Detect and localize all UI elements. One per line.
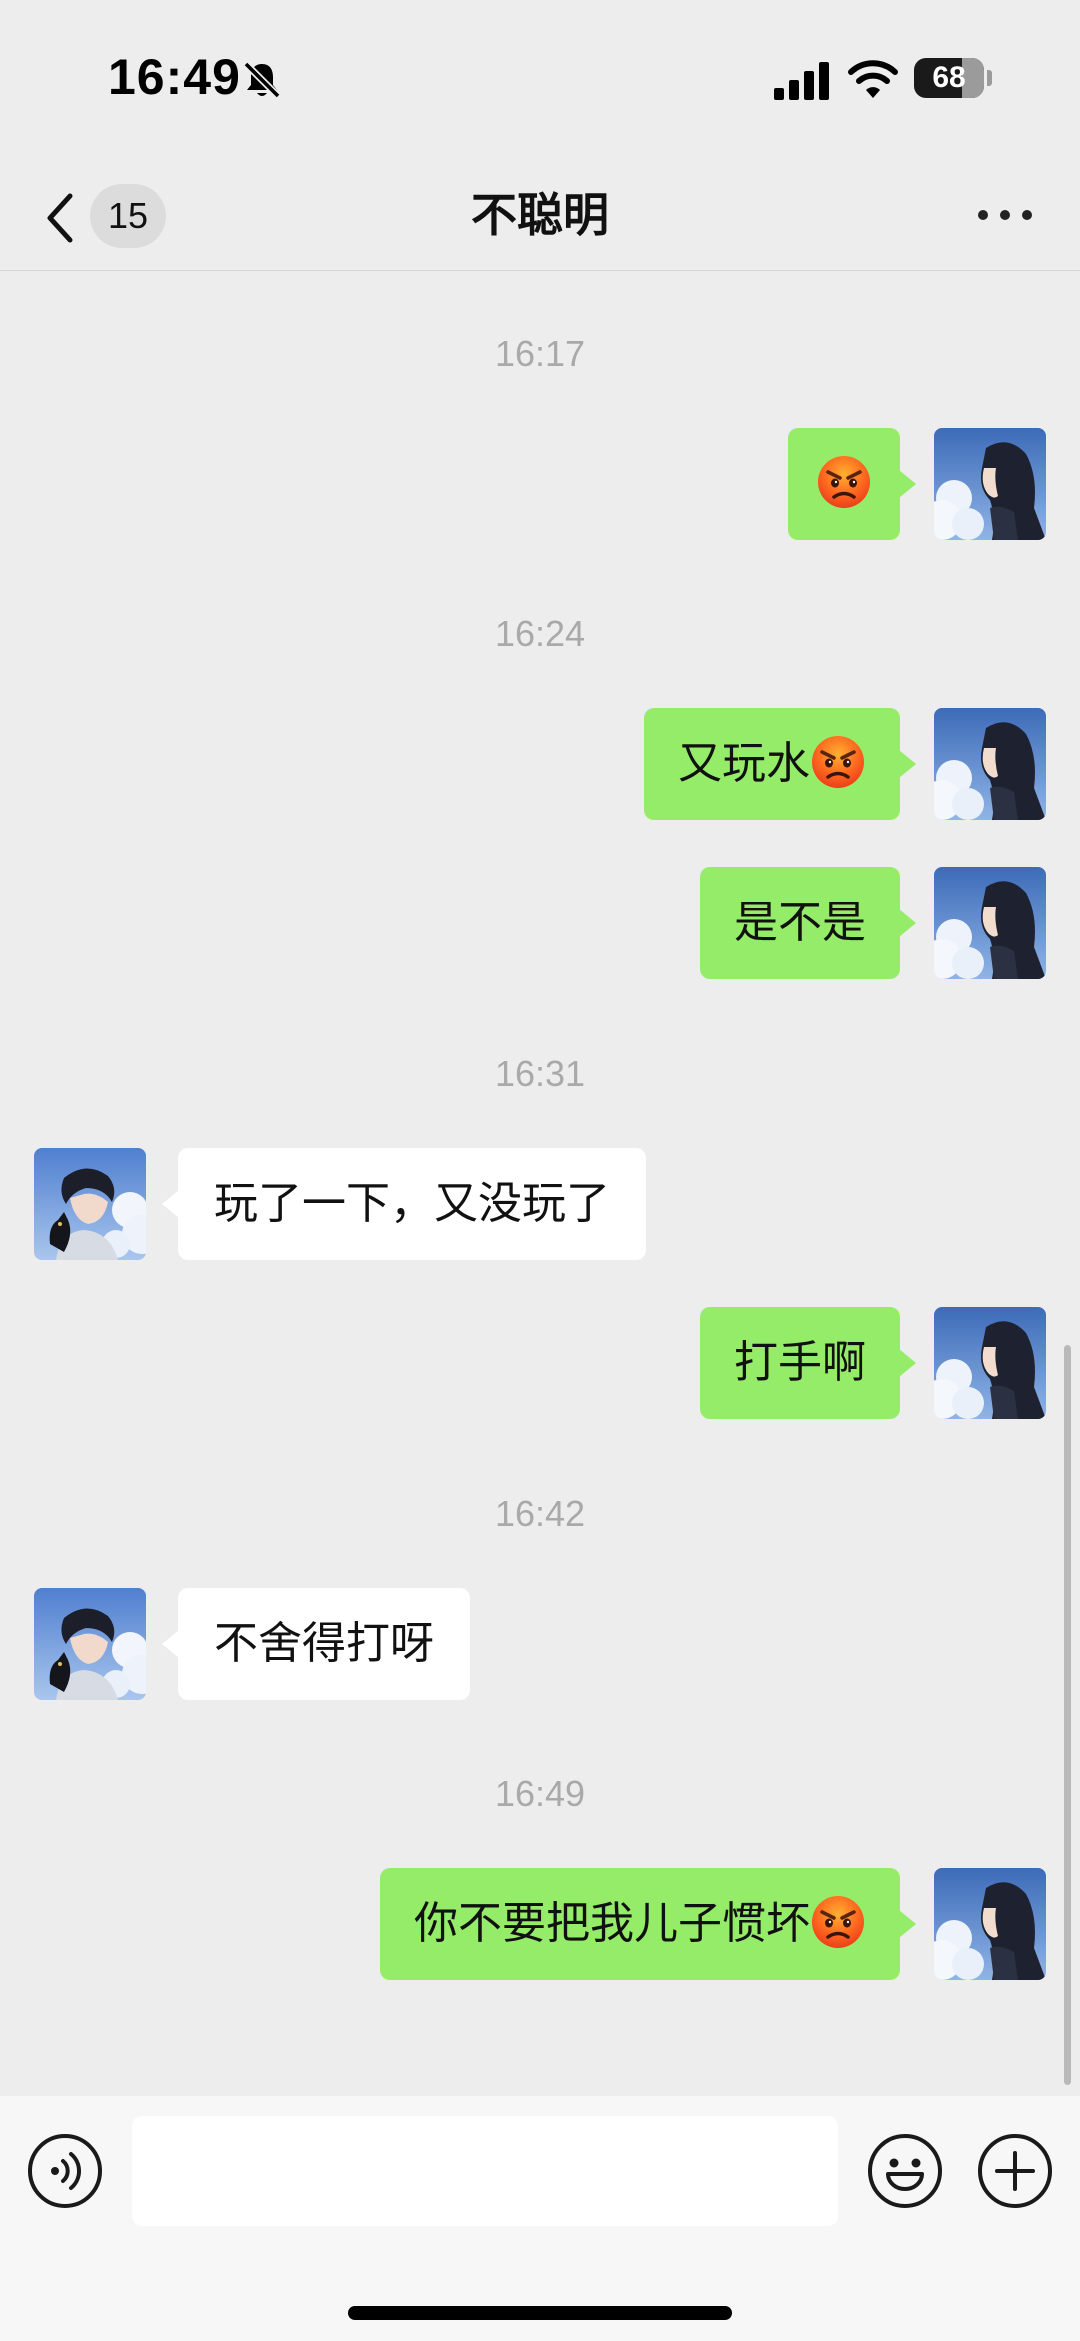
message-timestamp: 16:42 (494, 1493, 586, 1534)
bell-slash-icon (243, 61, 281, 99)
message-timestamp: 16:24 (494, 613, 586, 654)
chevron-left-icon (47, 193, 73, 243)
scrollbar[interactable] (1064, 1345, 1071, 2085)
contact-avatar[interactable] (34, 1148, 146, 1260)
contact-avatar[interactable] (34, 1588, 146, 1700)
my-avatar[interactable] (934, 867, 1046, 979)
battery-icon: 68 (914, 58, 984, 98)
unread-count-badge: 15 (90, 184, 166, 248)
emoji-icon[interactable] (866, 2132, 944, 2210)
angry-face-icon (810, 1894, 866, 1950)
angry-face-icon (816, 454, 872, 510)
chat-screen: 16:49 68 15 不聪明 16:17 16:24 又玩水 是不是 16:3… (0, 0, 1080, 2341)
status-bar: 16:49 68 (0, 0, 1080, 160)
battery-cap (987, 70, 992, 86)
outgoing-message[interactable]: 是不是 (700, 867, 916, 979)
incoming-message[interactable]: 玩了一下，又没玩了 (162, 1148, 646, 1260)
message-input[interactable] (132, 2116, 838, 2226)
angry-face-icon (810, 734, 866, 790)
cellular-signal-icon (774, 62, 829, 100)
battery-level: 68 (932, 61, 966, 94)
incoming-message[interactable]: 不舍得打呀 (162, 1588, 470, 1700)
input-bar (0, 2096, 1080, 2341)
voice-icon[interactable] (26, 2132, 104, 2210)
back-button[interactable]: 15 (36, 170, 176, 260)
nav-bar: 15 不聪明 (0, 160, 1080, 271)
message-timestamp: 16:17 (494, 333, 586, 374)
my-avatar[interactable] (934, 428, 1046, 540)
my-avatar[interactable] (934, 1307, 1046, 1419)
outgoing-message[interactable]: 你不要把我儿子惯坏 (380, 1868, 916, 1980)
outgoing-message[interactable] (788, 428, 916, 540)
more-icon[interactable] (970, 190, 1040, 240)
chat-title: 不聪明 (471, 188, 609, 242)
outgoing-message[interactable]: 又玩水 (644, 708, 916, 820)
home-indicator[interactable] (348, 2306, 732, 2320)
message-timestamp: 16:49 (494, 1773, 586, 1814)
status-time: 16:49 (108, 49, 241, 105)
wifi-icon (848, 60, 898, 98)
outgoing-message[interactable]: 打手啊 (700, 1307, 916, 1419)
plus-icon[interactable] (976, 2132, 1054, 2210)
my-avatar[interactable] (934, 708, 1046, 820)
my-avatar[interactable] (934, 1868, 1046, 1980)
message-timestamp: 16:31 (494, 1053, 586, 1094)
